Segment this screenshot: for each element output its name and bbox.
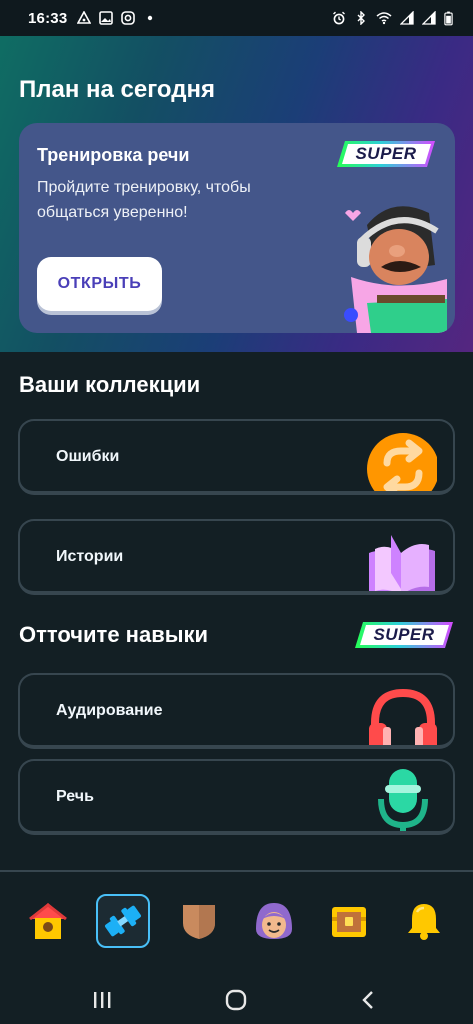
status-bar: 16:33 <box>0 0 473 36</box>
home-tab[interactable] <box>21 894 75 948</box>
book-icon <box>369 535 435 591</box>
practice-icon <box>105 905 141 937</box>
shop-tab[interactable] <box>322 894 376 948</box>
notifications-tab[interactable] <box>397 894 451 948</box>
recent-apps-icon <box>94 992 111 1008</box>
cast-icon <box>77 11 92 24</box>
listening-label: Аудирование <box>56 702 163 719</box>
skills-title: Отточите навыки <box>19 622 209 647</box>
notifications-bell-icon <box>408 904 440 940</box>
skills-super-text: SUPER <box>373 625 435 644</box>
open-button[interactable]: ОТКРЫТЬ <box>37 257 162 311</box>
speech-training-description: Пройдите тренировку, чтобы общаться увер… <box>37 179 251 221</box>
status-time: 16:33 <box>28 9 68 27</box>
wifi-icon <box>376 12 392 25</box>
shop-chest-icon <box>332 907 366 937</box>
home-button[interactable] <box>216 986 256 1014</box>
home-icon <box>29 903 67 939</box>
speech-card[interactable]: Речь <box>18 759 455 835</box>
signal-icon <box>400 11 414 25</box>
skills-super-badge: SUPER <box>355 622 453 648</box>
bluetooth-icon <box>357 11 365 25</box>
stories-card[interactable]: Истории <box>18 519 455 595</box>
speech-training-title: Тренировка речи <box>37 145 190 165</box>
listening-card[interactable]: Аудирование <box>18 673 455 749</box>
home-circle-icon <box>225 989 247 1011</box>
daily-plan-section: План на сегодня Тренировка речи Пройдите… <box>0 36 473 352</box>
bottom-navigation <box>0 870 473 976</box>
back-button[interactable] <box>348 986 388 1014</box>
system-navigation-bar <box>0 976 473 1024</box>
leagues-tab[interactable] <box>172 894 226 948</box>
super-badge: SUPER <box>337 141 435 167</box>
alarm-icon <box>333 11 345 25</box>
microphone-icon <box>378 769 428 831</box>
image-icon <box>99 11 114 25</box>
speech-label: Речь <box>56 788 94 805</box>
battery-icon <box>444 11 453 25</box>
stories-label: Истории <box>56 548 124 565</box>
instagram-icon <box>121 11 136 25</box>
back-chevron-icon <box>362 991 373 1009</box>
signal-icon <box>422 11 436 25</box>
headphones-icon <box>369 688 437 745</box>
league-shield-icon <box>183 905 215 939</box>
refresh-icon <box>367 433 437 491</box>
dot-icon <box>148 15 153 21</box>
mistakes-card[interactable]: Ошибки <box>18 419 455 495</box>
collections-title: Ваши коллекции <box>19 372 201 397</box>
speech-training-card[interactable]: Тренировка речи Пройдите тренировку, что… <box>19 123 455 333</box>
profile-icon <box>256 903 292 939</box>
character-illustration <box>344 206 447 333</box>
recent-apps-button[interactable] <box>82 986 122 1014</box>
practice-tab[interactable] <box>96 894 150 948</box>
daily-plan-title: План на сегодня <box>19 76 215 103</box>
mistakes-label: Ошибки <box>56 448 120 465</box>
super-badge-text: SUPER <box>355 144 417 163</box>
profile-tab[interactable] <box>247 894 301 948</box>
